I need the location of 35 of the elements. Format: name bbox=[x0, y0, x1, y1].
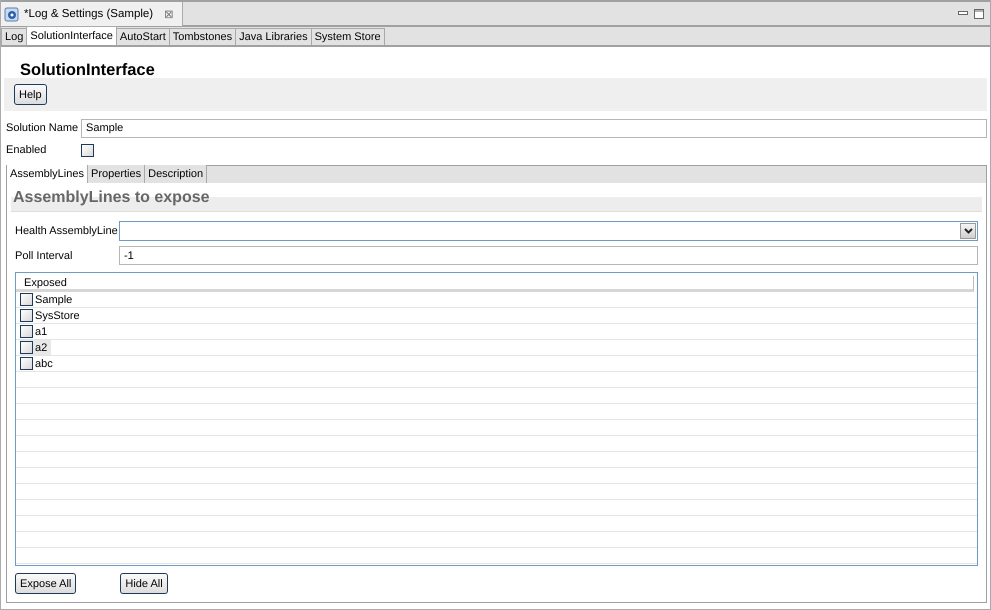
page-heading: SolutionInterface bbox=[19, 60, 156, 78]
action-button[interactable]: Expose All bbox=[15, 573, 76, 594]
health-assemblyline-dropdown[interactable] bbox=[119, 220, 978, 240]
editor-tab-title: *Log & Settings (Sample) bbox=[24, 8, 154, 20]
action-button[interactable]: Hide All bbox=[120, 573, 168, 594]
tab[interactable]: System Store bbox=[310, 28, 385, 45]
editor-tab[interactable]: *Log & Settings (Sample) ⊠ bbox=[1, 2, 184, 26]
close-icon[interactable]: ⊠ bbox=[164, 7, 174, 21]
poll-interval-field[interactable]: -1 bbox=[119, 246, 978, 265]
checkbox[interactable] bbox=[20, 293, 33, 306]
chevron-down-icon bbox=[964, 228, 972, 234]
tab[interactable]: Log bbox=[1, 28, 28, 45]
list-item[interactable]: Sample bbox=[20, 292, 76, 307]
solution-name-field[interactable]: Sample bbox=[81, 118, 987, 138]
list-item[interactable]: abc bbox=[20, 356, 57, 371]
field-label: Health AssemblyLine bbox=[15, 224, 119, 236]
enabled-checkbox[interactable] bbox=[81, 144, 94, 156]
field-label: Poll Interval bbox=[15, 250, 74, 262]
tab[interactable]: SolutionInterface bbox=[26, 26, 117, 45]
checkbox[interactable] bbox=[20, 341, 33, 354]
list-item[interactable]: SysStore bbox=[20, 308, 84, 323]
field-label: Enabled bbox=[6, 144, 48, 156]
tab[interactable]: Properties bbox=[88, 165, 146, 183]
maximize-icon[interactable] bbox=[974, 8, 984, 18]
tab[interactable]: AssemblyLines bbox=[7, 165, 88, 183]
column-header[interactable]: Exposed bbox=[24, 276, 67, 288]
help-button[interactable]: Help bbox=[14, 84, 47, 105]
list-item[interactable]: a2 bbox=[20, 340, 52, 355]
checkbox[interactable] bbox=[20, 325, 33, 338]
list-item[interactable]: a1 bbox=[20, 324, 52, 339]
checkbox[interactable] bbox=[20, 357, 33, 370]
field-label: Solution Name bbox=[6, 122, 80, 134]
minimize-icon[interactable] bbox=[958, 11, 968, 16]
checkbox[interactable] bbox=[20, 309, 33, 322]
tab[interactable]: Description bbox=[145, 165, 208, 183]
